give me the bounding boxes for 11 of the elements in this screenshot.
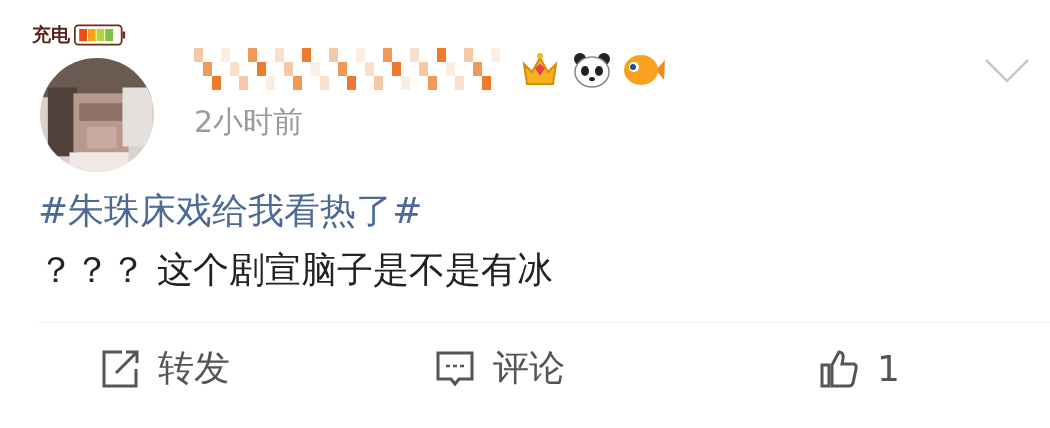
like-button[interactable]: 1 xyxy=(819,348,900,390)
share-icon xyxy=(100,348,140,389)
repost-button[interactable]: 转发 xyxy=(100,344,230,394)
comment-button[interactable]: 评论 xyxy=(435,344,565,394)
post-time: 2小时前 xyxy=(194,103,305,141)
post-text: ？？？ 这个剧宣脑子是不是有冰 xyxy=(38,247,555,292)
chevron-down-icon[interactable] xyxy=(984,58,1030,84)
battery-icon xyxy=(74,24,126,46)
hashtag-link[interactable]: #朱珠床戏给我看热了# xyxy=(38,188,1012,235)
badge-label: 充电 xyxy=(32,22,70,47)
thumbs-up-icon xyxy=(819,348,860,389)
